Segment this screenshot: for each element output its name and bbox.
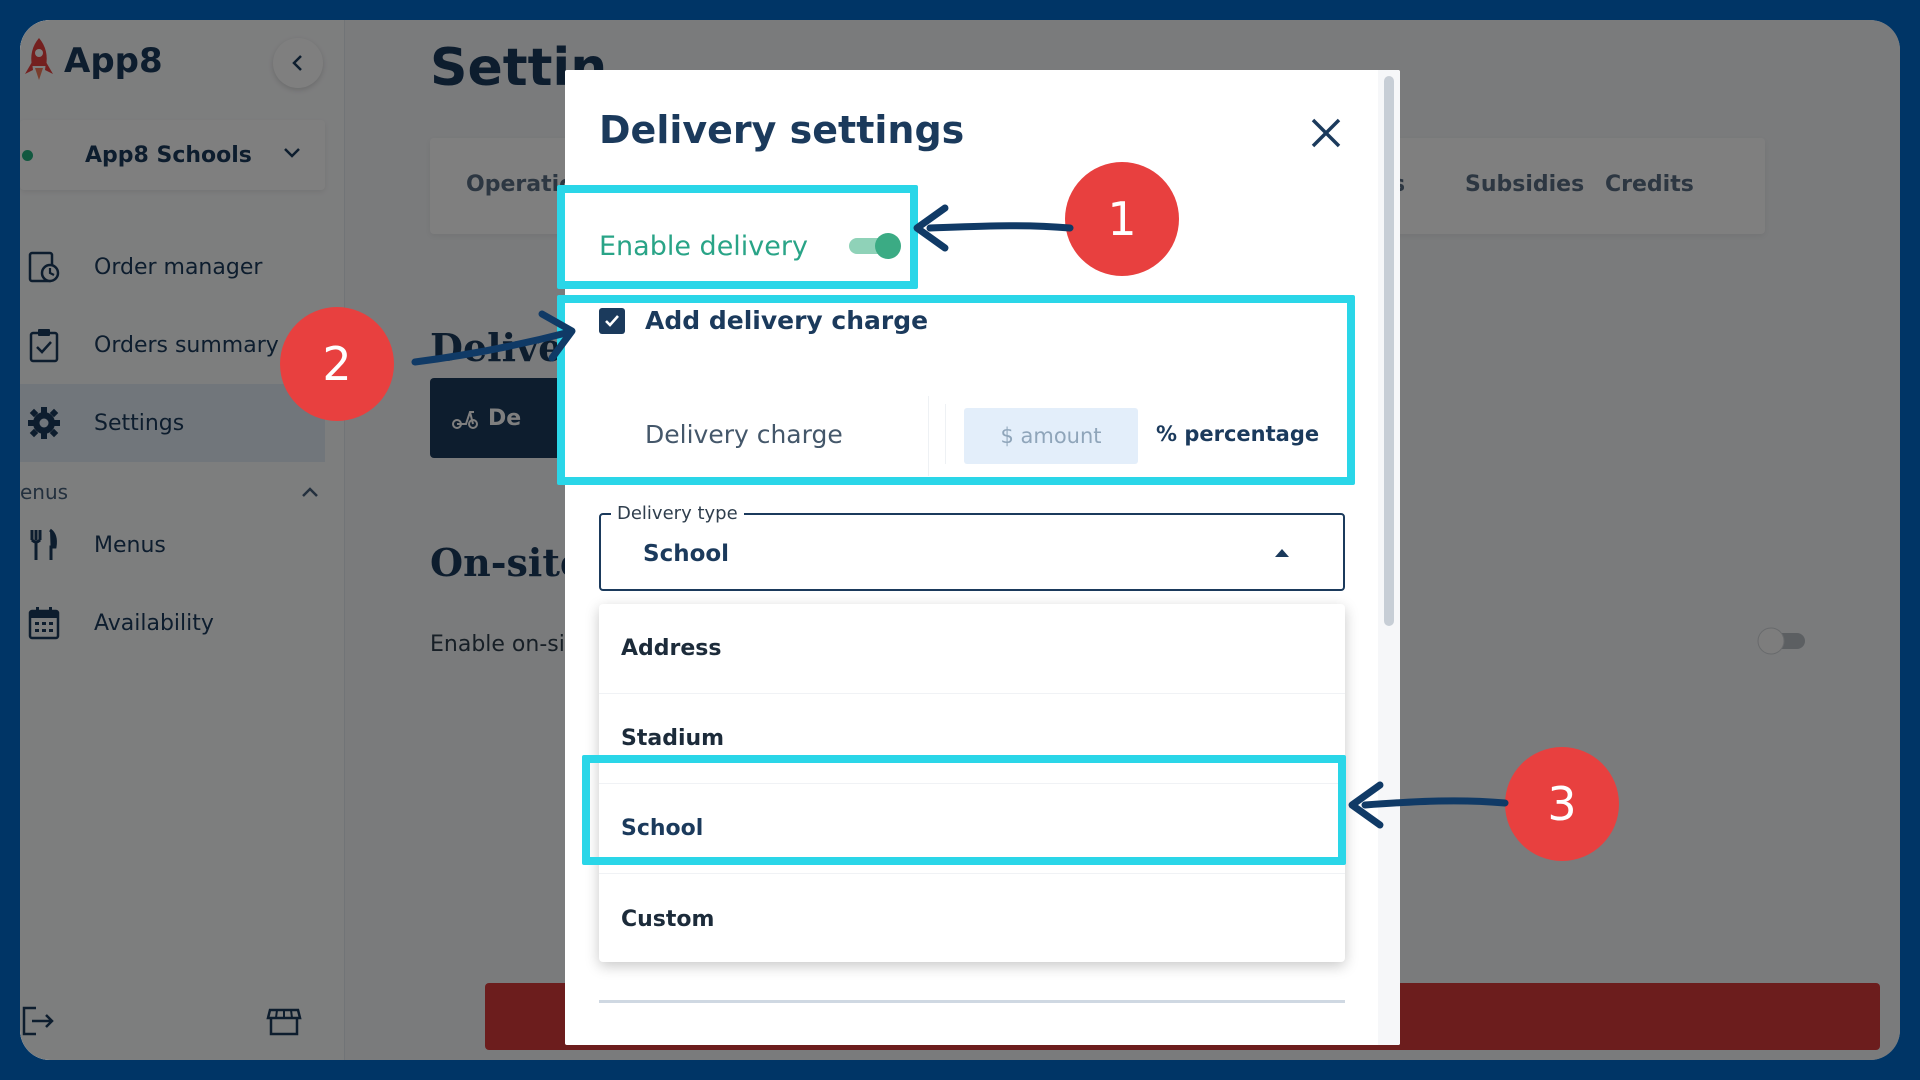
annotation-badge-1: 1	[1065, 162, 1179, 276]
option-address[interactable]: Address	[599, 604, 1345, 694]
caret-up-icon	[1275, 549, 1289, 557]
option-custom[interactable]: Custom	[599, 874, 1345, 964]
arrow-left-icon	[913, 204, 1074, 252]
delivery-type-select[interactable]: Delivery type School	[599, 503, 1345, 591]
annotation-badge-2: 2	[280, 307, 394, 421]
delivery-type-legend: Delivery type	[611, 503, 744, 524]
annotation-badge-3: 3	[1505, 747, 1619, 861]
close-icon[interactable]	[1305, 112, 1347, 154]
highlight-delivery-charge	[557, 295, 1355, 485]
modal-divider	[599, 1000, 1345, 1003]
arrow-left-icon	[1348, 781, 1509, 829]
arrow-right-icon	[411, 310, 576, 366]
highlight-school-option	[582, 755, 1346, 865]
scroll-thumb[interactable]	[1384, 76, 1394, 626]
highlight-enable-delivery	[557, 185, 918, 289]
delivery-type-value: School	[643, 541, 730, 567]
modal-title: Delivery settings	[599, 108, 965, 152]
modal-scrollbar[interactable]	[1378, 70, 1400, 1045]
app-frame: App8 App8 Schools Order manager	[20, 20, 1900, 1060]
